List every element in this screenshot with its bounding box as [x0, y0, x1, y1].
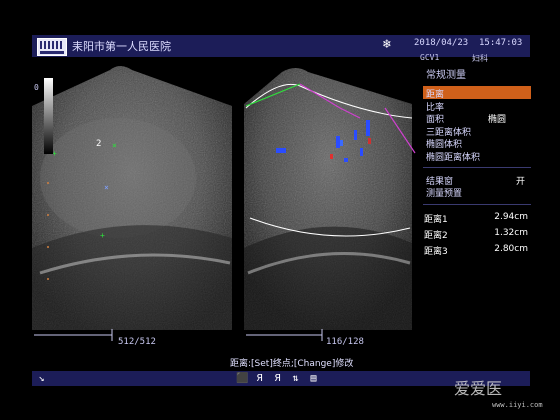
menu-divider [423, 167, 531, 168]
left-frame-counter: 512/512 [118, 337, 156, 347]
area-mode-value[interactable]: 椭圆 [488, 112, 506, 125]
measurement-label: 距离3 [424, 247, 448, 257]
watermark-url: www.iiyi.com [492, 401, 543, 409]
title-bar: 耒阳市第一人民医院 ❄ 2018/04/23 15:47:03 [32, 35, 530, 57]
hospital-name: 耒阳市第一人民医院 [72, 40, 171, 53]
help-text: 距离:[Set]终点;[Change]修改 [230, 359, 354, 369]
svg-text:×: × [104, 183, 109, 192]
measurement-preset-label[interactable]: 测量预置 [426, 186, 462, 199]
menu-divider-2 [423, 204, 531, 205]
gray-scale-bar [44, 78, 53, 154]
measurement-result-row: 距离2 1.32cm [420, 228, 532, 241]
menu-title: 常规测量 [426, 70, 466, 81]
menu-item-area[interactable]: 面积 [426, 112, 444, 125]
text-annotation-icon[interactable]: Я [254, 373, 265, 384]
scale-zero-label: 0 [34, 83, 39, 92]
menu-item-distance[interactable]: 距离 [426, 87, 444, 100]
measurement-label: 距离1 [424, 215, 448, 225]
menu-item-ellipse-volume[interactable]: 椭圆体积 [426, 137, 462, 150]
exam-time: 15:47:03 [479, 38, 523, 48]
hospital-logo [37, 38, 67, 56]
caliper-icon[interactable]: ⬛ [236, 373, 248, 384]
exam-mode: 妇科 [472, 54, 488, 63]
cursor-icon[interactable]: ↘ [36, 373, 47, 384]
measurement-result-row: 距离3 2.80cm [420, 244, 532, 257]
watermark-logo: 爱爱医 [454, 379, 503, 398]
snowflake-freeze-icon: ❄ [383, 37, 391, 52]
right-ultrasound-frame [244, 68, 416, 330]
marker-2: 2 [96, 139, 101, 149]
svg-text:×: × [112, 141, 117, 150]
left-ultrasound-frame: 1 2 × + × + [32, 66, 232, 330]
menu-item-ellipse-distance-volume[interactable]: 椭圆距离体积 [426, 150, 480, 163]
svg-text:+: + [100, 231, 105, 240]
measurement-value: 1.32cm [494, 228, 528, 238]
result-window-state[interactable]: 开 [516, 174, 525, 187]
measurement-label: 距离2 [424, 231, 448, 241]
report-icon[interactable]: ▤ [308, 373, 319, 384]
measurement-result-row: 距离1 2.94cm [420, 212, 532, 225]
arrow-icon[interactable]: Я [272, 373, 283, 384]
measurement-value: 2.94cm [494, 212, 528, 222]
measurement-value: 2.80cm [494, 244, 528, 254]
body-mark-icon[interactable]: ⇅ [290, 373, 301, 384]
right-frame-counter: 116/128 [326, 337, 364, 347]
preset-label: GCV1 [420, 53, 440, 62]
ultrasound-images: 1 2 × + × + 0 [32, 66, 416, 341]
exam-date: 2018/04/23 [414, 38, 469, 48]
